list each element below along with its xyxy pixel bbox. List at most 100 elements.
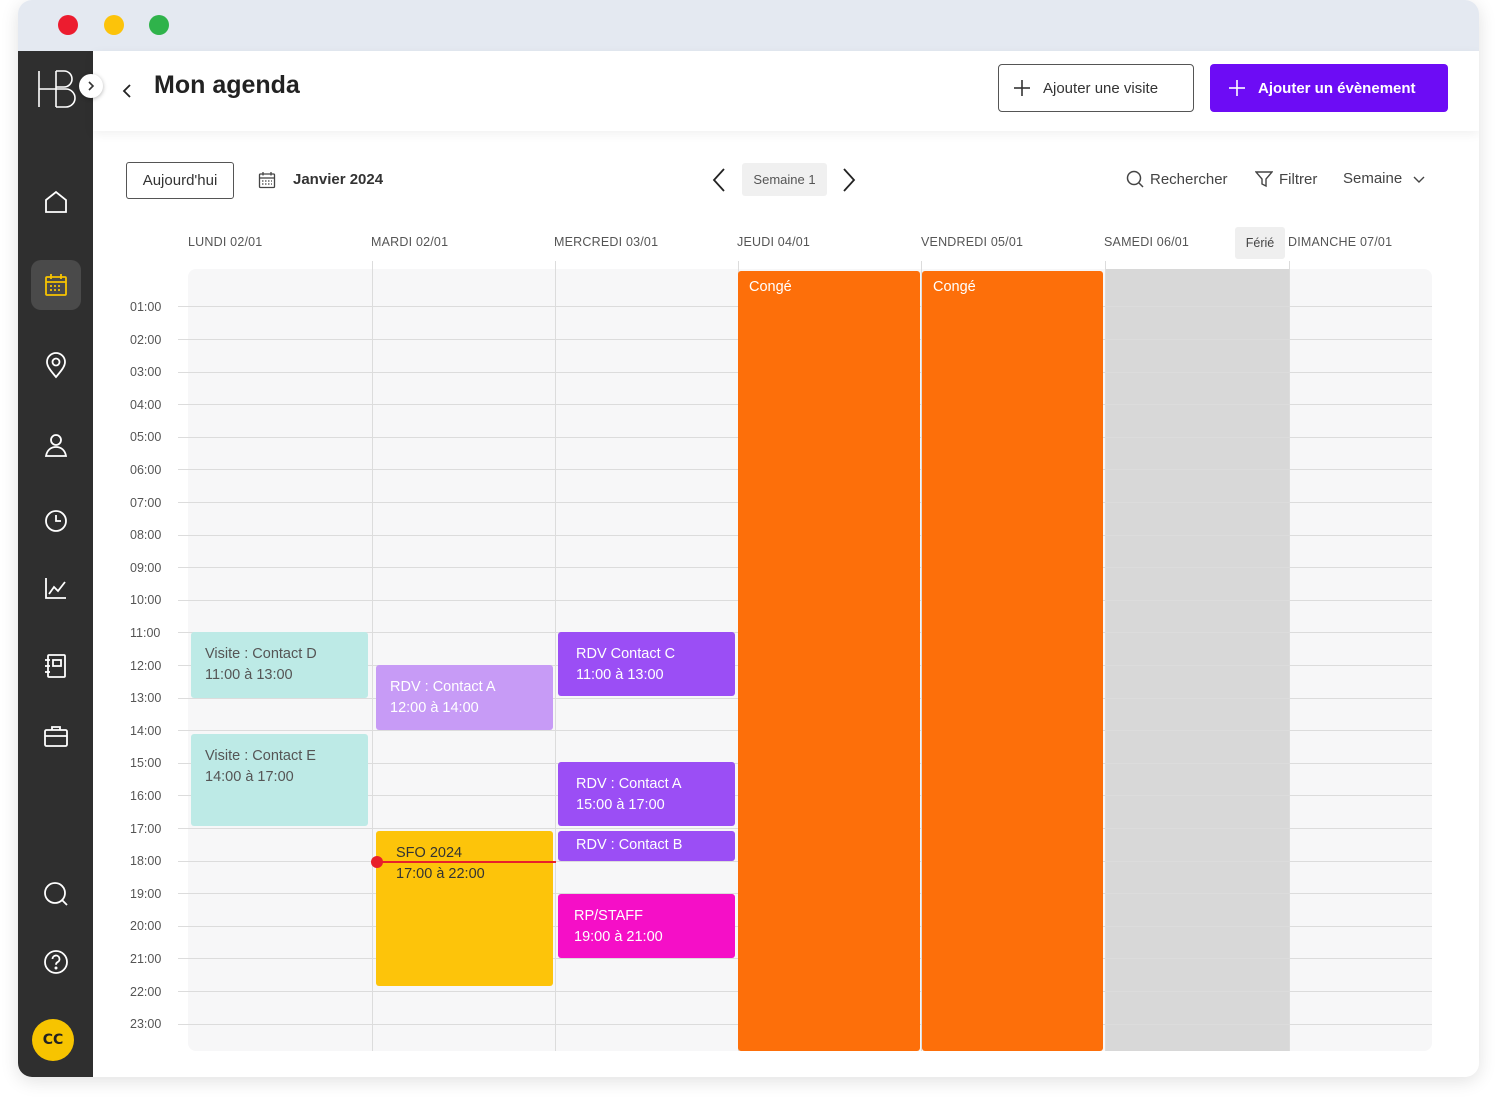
hour-label: 09:00 <box>130 561 162 575</box>
chevron-right-icon <box>843 168 856 192</box>
search-icon <box>44 882 68 906</box>
sidebar-item-map[interactable] <box>31 341 81 391</box>
sidebar-item-contacts[interactable] <box>31 420 81 470</box>
back-button[interactable] <box>115 79 139 103</box>
event-time: 14:00 à 17:00 <box>205 769 294 785</box>
previous-week-button[interactable] <box>709 166 731 198</box>
day-header-tuesday: MARDI 02/01 <box>371 235 449 249</box>
avatar[interactable]: CC <box>32 1019 74 1061</box>
view-label: Semaine <box>1343 170 1403 187</box>
maximize-window-button[interactable] <box>149 15 169 35</box>
event-time: 15:00 à 17:00 <box>576 797 665 813</box>
event-visit-contact-d[interactable]: Visite : Contact D 11:00 à 13:00 <box>191 632 368 698</box>
day-header-thursday: JEUDI 04/01 <box>737 235 811 249</box>
chevron-left-icon <box>712 168 725 192</box>
hour-label: 05:00 <box>130 430 162 444</box>
today-button[interactable]: Aujourd'hui <box>126 162 234 199</box>
month-label[interactable]: Janvier 2024 <box>293 171 383 188</box>
sidebar: CC <box>18 51 93 1077</box>
add-visit-button[interactable]: Ajouter une visite <box>998 64 1194 112</box>
page-header: Mon agenda Ajouter une visite Ajouter un… <box>93 51 1479 131</box>
filter-label: Filtrer <box>1279 170 1318 188</box>
briefcase-icon <box>44 726 68 747</box>
day-divider <box>1105 261 1106 1051</box>
event-rp-staff[interactable]: RP/STAFF 19:00 à 21:00 <box>558 894 735 958</box>
event-conge-thursday[interactable]: Congé <box>738 271 920 1051</box>
event-title: Visite : Contact E <box>205 748 316 764</box>
hour-label: 13:00 <box>130 691 162 705</box>
plus-icon <box>1229 80 1245 96</box>
hour-label: 21:00 <box>130 952 162 966</box>
logo-icon <box>36 69 76 109</box>
day-header-friday: VENDREDI 05/01 <box>921 235 1024 249</box>
page-title: Mon agenda <box>154 71 300 99</box>
week-label: Semaine 1 <box>742 163 827 196</box>
user-icon <box>44 434 68 457</box>
sidebar-item-agenda[interactable] <box>31 260 81 310</box>
event-time: 19:00 à 21:00 <box>574 929 663 945</box>
minimize-window-button[interactable] <box>104 15 124 35</box>
event-title: RDV : Contact A <box>390 679 496 695</box>
sidebar-collapse-toggle[interactable] <box>79 74 103 98</box>
hour-label: 03:00 <box>130 365 162 379</box>
event-rdv-contact-a-wednesday[interactable]: RDV : Contact A 15:00 à 17:00 <box>558 762 735 826</box>
event-title: RDV Contact C <box>576 646 676 662</box>
event-rdv-contact-b[interactable]: RDV : Contact B <box>558 831 735 861</box>
hour-label: 07:00 <box>130 496 162 510</box>
hour-label: 01:00 <box>130 300 162 314</box>
day-header-wednesday: MERCREDI 03/01 <box>554 235 659 249</box>
event-title: RDV : Contact A <box>576 776 682 792</box>
sidebar-item-notebook[interactable] <box>31 641 81 691</box>
view-select[interactable]: Semaine <box>1343 170 1432 187</box>
hour-label: 10:00 <box>130 593 162 607</box>
event-visit-contact-e[interactable]: Visite : Contact E 14:00 à 17:00 <box>191 734 368 826</box>
event-rdv-contact-a-tuesday[interactable]: RDV : Contact A 12:00 à 14:00 <box>376 665 553 730</box>
filter-icon <box>1255 171 1273 188</box>
hour-label: 23:00 <box>130 1017 162 1031</box>
calendar-icon <box>45 274 67 296</box>
event-conge-friday[interactable]: Congé <box>922 271 1103 1051</box>
hour-label: 12:00 <box>130 659 162 673</box>
next-week-button[interactable] <box>837 166 859 198</box>
search-label: Rechercher <box>1150 170 1228 188</box>
chevron-down-icon <box>1413 176 1425 183</box>
filter-button[interactable]: Filtrer <box>1255 170 1317 188</box>
sidebar-item-stats[interactable] <box>31 563 81 613</box>
search-button[interactable]: Rechercher <box>1126 170 1228 188</box>
hour-label: 08:00 <box>130 528 162 542</box>
close-window-button[interactable] <box>58 15 78 35</box>
event-time: 11:00 à 13:00 <box>205 667 293 683</box>
event-title: RP/STAFF <box>574 908 644 924</box>
day-divider <box>372 261 373 1051</box>
current-time-dot <box>371 856 383 868</box>
notebook-icon <box>45 654 66 678</box>
add-visit-label: Ajouter une visite <box>1043 79 1159 97</box>
hour-label: 14:00 <box>130 724 162 738</box>
add-event-label: Ajouter un évènement <box>1258 79 1416 97</box>
sidebar-item-jobs[interactable] <box>31 711 81 761</box>
hour-label: 16:00 <box>130 789 162 803</box>
hour-label: 19:00 <box>130 887 162 901</box>
sidebar-item-search[interactable] <box>31 869 81 919</box>
sidebar-item-help[interactable] <box>31 937 81 987</box>
hour-label: 02:00 <box>130 333 162 347</box>
holiday-badge: Férié <box>1235 227 1285 259</box>
calendar-small-icon[interactable] <box>258 171 276 193</box>
home-icon <box>45 190 67 213</box>
event-rdv-contact-c[interactable]: RDV Contact C 11:00 à 13:00 <box>558 632 735 696</box>
event-time: 12:00 à 14:00 <box>390 700 479 716</box>
event-sfo-2024[interactable]: SFO 2024 17:00 à 22:00 <box>376 831 553 986</box>
event-title: Visite : Contact D <box>205 646 317 662</box>
hour-label: 22:00 <box>130 985 162 999</box>
event-title: Congé <box>933 279 976 295</box>
chevron-left-icon <box>122 84 131 98</box>
hour-label: 18:00 <box>130 854 162 868</box>
hour-label: 06:00 <box>130 463 162 477</box>
add-event-button[interactable]: Ajouter un évènement <box>1210 64 1448 112</box>
holiday-column <box>1105 269 1289 1051</box>
sidebar-item-home[interactable] <box>31 177 81 227</box>
current-time-line <box>376 861 556 863</box>
day-header-sunday: DIMANCHE 07/01 <box>1288 235 1393 249</box>
sidebar-item-history[interactable] <box>31 496 81 546</box>
event-time: 17:00 à 22:00 <box>396 866 485 882</box>
